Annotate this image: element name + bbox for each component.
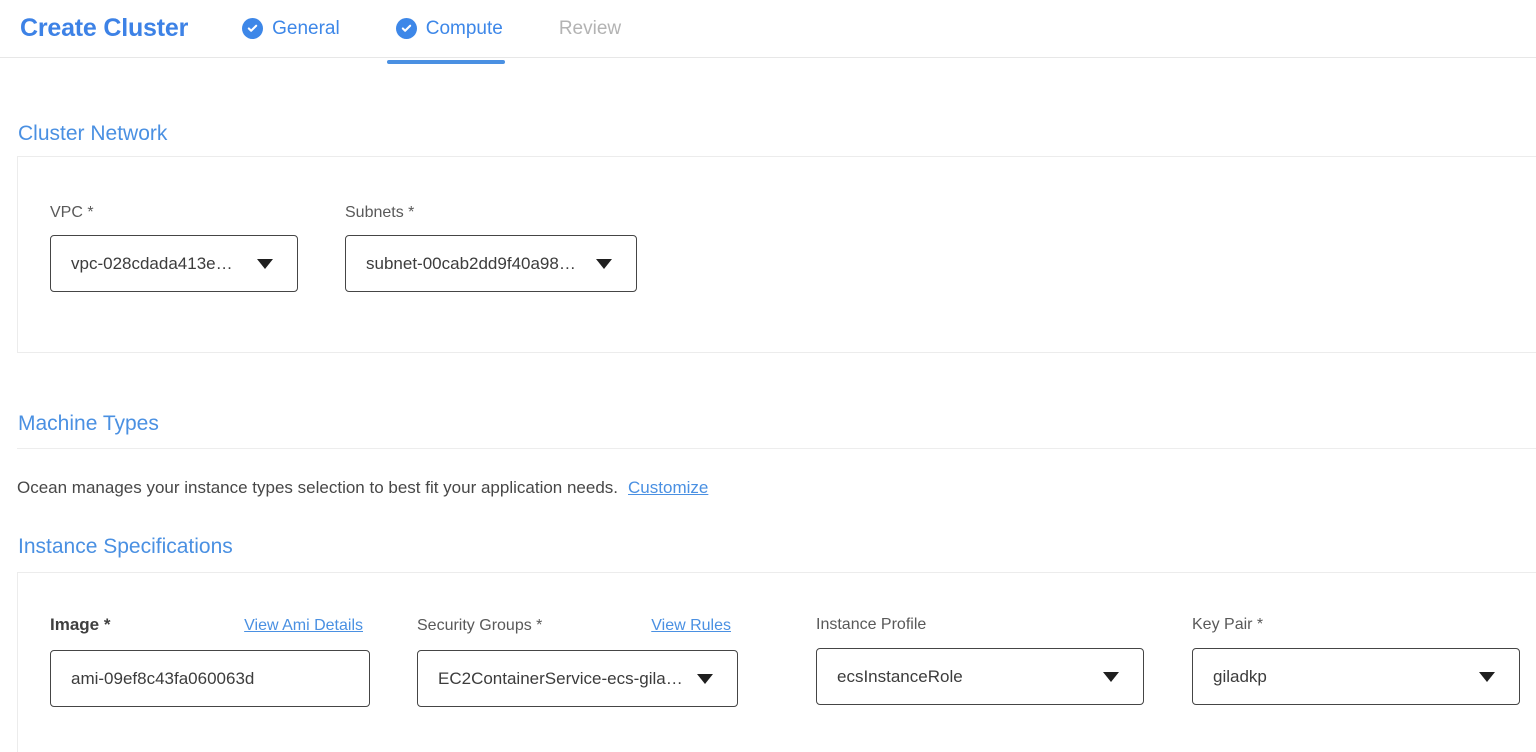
tab-compute[interactable]: Compute <box>396 0 503 57</box>
view-ami-details-link[interactable]: View Ami Details <box>244 615 363 636</box>
vpc-field: VPC * vpc-028cdada413e… <box>50 203 298 292</box>
vpc-label: VPC * <box>50 203 298 222</box>
key-pair-label: Key Pair * <box>1192 615 1263 634</box>
security-groups-label: Security Groups * <box>417 616 542 635</box>
chevron-down-icon <box>257 259 273 269</box>
active-tab-underline <box>387 60 505 64</box>
security-groups-select[interactable]: EC2ContainerService-ecs-gilad… <box>417 650 738 707</box>
key-pair-field: Key Pair * giladkp <box>1192 615 1520 705</box>
section-heading-machine-types: Machine Types <box>18 411 1536 437</box>
machine-types-description: Ocean manages your instance types select… <box>17 478 1536 498</box>
machine-types-description-text: Ocean manages your instance types select… <box>17 478 618 497</box>
image-label: Image * <box>50 615 110 634</box>
instance-profile-field: Instance Profile ecsInstanceRole <box>816 615 1144 705</box>
cluster-network-panel: VPC * vpc-028cdada413e… Subnets * subnet… <box>17 156 1536 353</box>
instance-profile-select[interactable]: ecsInstanceRole <box>816 648 1144 705</box>
instance-profile-label: Instance Profile <box>816 615 926 634</box>
subnets-field: Subnets * subnet-00cab2dd9f40a988… <box>345 203 637 292</box>
customize-link[interactable]: Customize <box>628 478 708 497</box>
view-rules-link[interactable]: View Rules <box>651 615 731 636</box>
chevron-down-icon <box>1479 672 1495 682</box>
image-field: Image * View Ami Details <box>50 615 370 707</box>
vpc-selected-value: vpc-028cdada413e… <box>71 254 233 274</box>
key-pair-select[interactable]: giladkp <box>1192 648 1520 705</box>
tab-review-label: Review <box>559 18 621 40</box>
section-divider <box>17 448 1536 449</box>
instance-profile-selected-value: ecsInstanceRole <box>837 667 963 687</box>
page-title: Create Cluster <box>20 14 188 43</box>
subnets-label: Subnets * <box>345 203 637 222</box>
tab-compute-label: Compute <box>426 18 503 40</box>
chevron-down-icon <box>1103 672 1119 682</box>
create-cluster-page: Create Cluster General Compute Review Cl… <box>0 0 1536 726</box>
security-groups-field: Security Groups * View Rules EC2Containe… <box>417 615 738 707</box>
tab-review[interactable]: Review <box>559 0 621 57</box>
chevron-down-icon <box>596 259 612 269</box>
subnets-selected-value: subnet-00cab2dd9f40a988… <box>366 254 584 274</box>
tab-general[interactable]: General <box>242 0 340 57</box>
chevron-down-icon <box>697 674 713 684</box>
wizard-header: Create Cluster General Compute Review <box>0 0 1536 58</box>
instance-specifications-panel: Image * View Ami Details Security Groups… <box>17 572 1536 752</box>
wizard-tabs: General Compute Review <box>242 0 677 57</box>
key-pair-selected-value: giladkp <box>1213 667 1267 687</box>
tab-general-label: General <box>272 18 340 40</box>
check-circle-icon <box>242 18 263 39</box>
vpc-select[interactable]: vpc-028cdada413e… <box>50 235 298 292</box>
section-heading-instance-specifications: Instance Specifications <box>18 534 1536 560</box>
section-heading-cluster-network: Cluster Network <box>18 121 1536 147</box>
security-groups-selected-value: EC2ContainerService-ecs-gilad… <box>438 669 685 689</box>
image-ami-input[interactable] <box>50 650 370 707</box>
subnets-select[interactable]: subnet-00cab2dd9f40a988… <box>345 235 637 292</box>
check-circle-icon <box>396 18 417 39</box>
